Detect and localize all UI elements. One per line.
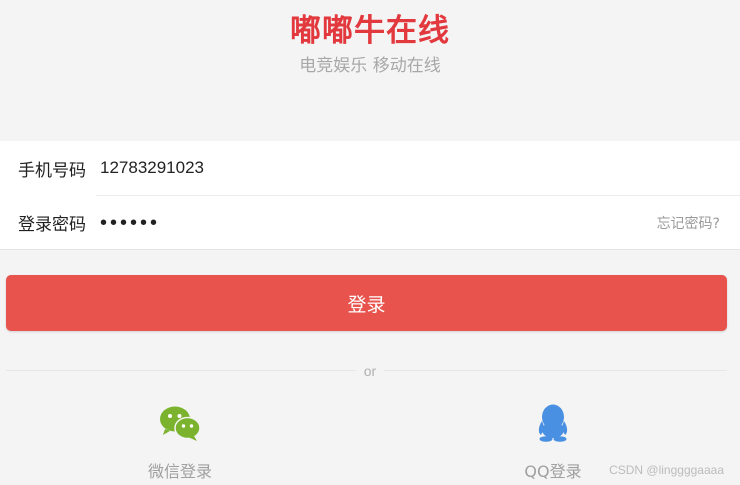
password-label: 登录密码 (18, 215, 86, 235)
brand-header: 嘟嘟牛在线 电竞娱乐 移动在线 (0, 10, 740, 78)
phone-input[interactable] (100, 148, 740, 188)
wechat-login-label: 微信登录 (147, 462, 212, 481)
phone-label: 手机号码 (18, 160, 86, 181)
password-input[interactable]: •••••• (100, 203, 740, 243)
login-button[interactable]: 登录 (6, 275, 727, 331)
qq-icon[interactable] (483, 402, 623, 444)
forgot-password-link[interactable]: 忘记密码? (657, 213, 720, 233)
or-text: or (355, 363, 385, 379)
watermark: CSDN @linggggaaaa (609, 463, 724, 477)
qq-login[interactable]: QQ登录 (483, 402, 623, 482)
or-separator: or (0, 361, 740, 380)
wechat-login[interactable]: 微信登录 (110, 402, 250, 482)
app-title: 嘟嘟牛在线 (290, 13, 450, 49)
phone-row: 手机号码 (0, 141, 740, 195)
password-row: 登录密码 •••••• 忘记密码? (18, 195, 740, 249)
app-subtitle: 电竞娱乐 移动在线 (299, 56, 441, 76)
qq-login-label: QQ登录 (524, 462, 582, 481)
login-form: 手机号码 登录密码 •••••• 忘记密码? (0, 141, 740, 250)
wechat-icon[interactable] (110, 402, 250, 444)
